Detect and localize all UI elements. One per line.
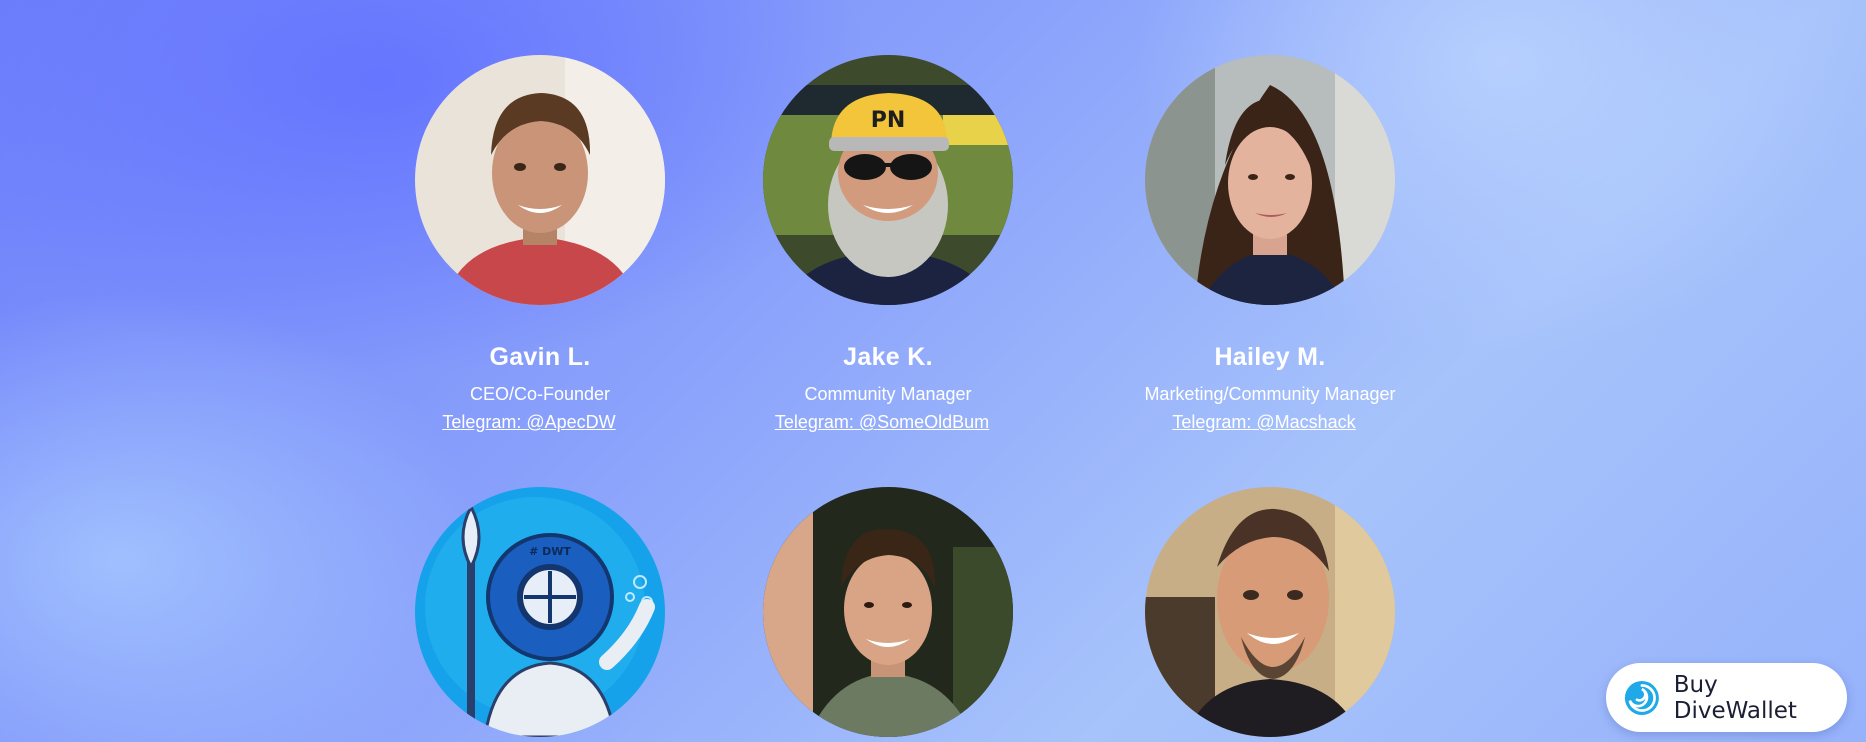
avatar-diver-mascot: # DWT (415, 487, 665, 737)
svg-text:PN: PN (871, 108, 906, 133)
team-card-jake: PN Jake K. Community Manager Telegram: @… (718, 55, 1058, 433)
member-role: CEO/Co-Founder (469, 384, 611, 404)
team-card-member-5 (718, 487, 1058, 737)
diver-badge-text: # DWT (529, 545, 571, 558)
member-role: Community Manager (804, 384, 972, 404)
team-card-diver: # DWT (370, 487, 710, 737)
member-name: Hailey M. (1214, 343, 1326, 371)
telegram-link[interactable]: Telegram: @ApecDW (442, 411, 615, 433)
divewallet-swirl-logo-icon (1624, 680, 1659, 715)
avatar-member-6 (1145, 487, 1395, 737)
member-name: Gavin L. (489, 343, 591, 371)
buy-divewallet-button[interactable]: Buy DiveWallet (1606, 663, 1847, 732)
avatar-member-5 (763, 487, 1013, 737)
member-role: Marketing/Community Manager (1144, 384, 1396, 404)
telegram-link[interactable]: Telegram: @SomeOldBum (775, 411, 989, 433)
team-card-gavin: Gavin L. CEO/Co-Founder Telegram: @ApecD… (370, 55, 710, 433)
team-card-hailey: Hailey M. Marketing/Community Manager Te… (1100, 55, 1440, 433)
member-name: Jake K. (843, 343, 933, 371)
avatar-hailey (1145, 55, 1395, 305)
buy-divewallet-label: Buy DiveWallet (1673, 671, 1797, 724)
avatar-gavin (415, 55, 665, 305)
team-card-member-6 (1100, 487, 1440, 737)
telegram-link[interactable]: Telegram: @Macshack (1172, 411, 1355, 433)
avatar-jake: PN (763, 55, 1013, 305)
